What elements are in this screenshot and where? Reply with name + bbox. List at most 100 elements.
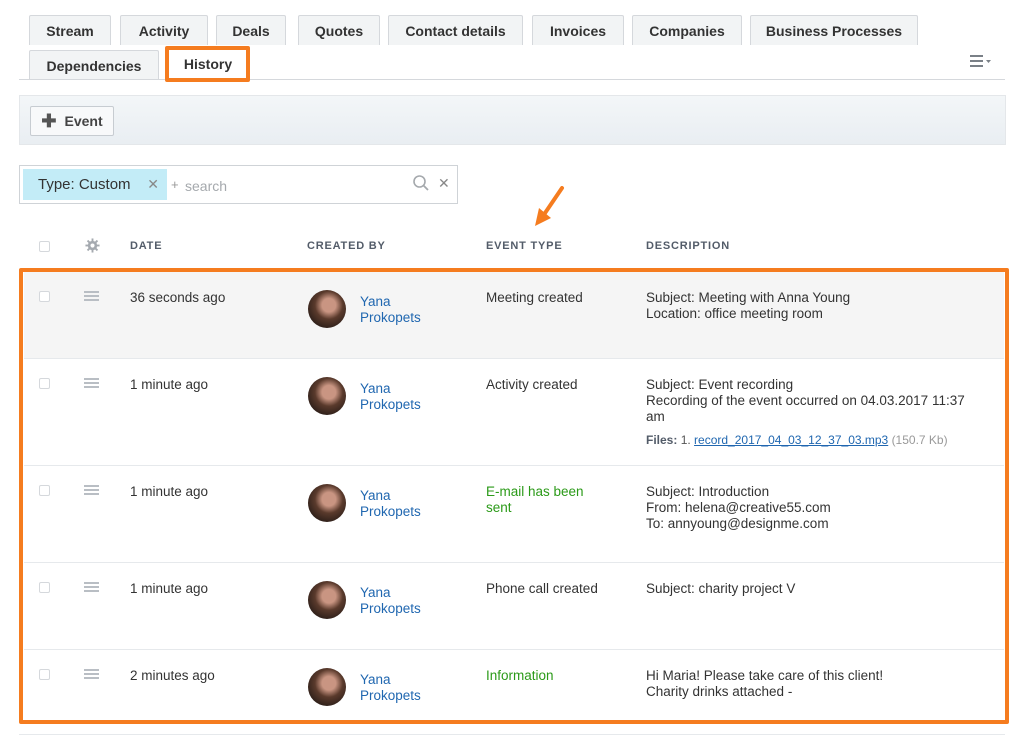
table-row[interactable]: 36 seconds ago Yana Prokopets Meeting cre…	[24, 272, 1004, 359]
arrow-annotation-icon	[533, 186, 565, 233]
remove-chip-icon[interactable]: ✕	[147, 176, 159, 193]
event-type: Activity created	[486, 377, 578, 392]
tab-label: Activity	[138, 22, 190, 39]
event-type: Meeting created	[486, 290, 583, 305]
select-all-checkbox[interactable]	[39, 241, 50, 252]
author-first: Yana	[360, 381, 391, 396]
author-link[interactable]: Yana Prokopets	[360, 381, 450, 413]
description-line: Subject: Introduction	[646, 484, 770, 499]
filter-chip[interactable]: Type: Custom ✕	[23, 169, 167, 200]
add-filter-plus[interactable]: +	[171, 177, 179, 192]
author-last: Prokopets	[360, 688, 421, 703]
file-link[interactable]: record_2017_04_03_12_37_03.mp3	[694, 433, 888, 447]
description-line: To: annyoung@designme.com	[646, 516, 829, 531]
table-row[interactable]: 1 minute ago Yana Prokopets Phone call cr…	[24, 563, 1004, 650]
row-checkbox[interactable]	[39, 582, 50, 593]
tab-contact-details[interactable]: Contact details	[388, 15, 523, 45]
tab-label: Deals	[232, 22, 270, 39]
column-header-event-type[interactable]: EVENT TYPE	[486, 240, 562, 252]
description-line: Hi Maria! Please take care of this clien…	[646, 668, 884, 683]
author-last: Prokopets	[360, 504, 421, 519]
description-line: Subject: Event recording	[646, 377, 794, 392]
author-link[interactable]: Yana Prokopets	[360, 585, 450, 617]
author-last: Prokopets	[360, 397, 421, 412]
tab-label: Contact details	[405, 22, 506, 39]
row-menu-icon[interactable]	[84, 291, 99, 302]
list-menu-icon[interactable]	[970, 54, 992, 73]
row-date: 1 minute ago	[130, 581, 209, 596]
avatar[interactable]	[308, 668, 346, 706]
tab-quotes[interactable]: Quotes	[298, 15, 380, 45]
description-line: Recording of the event occurred on 04.03…	[646, 393, 965, 408]
tab-label: Dependencies	[46, 57, 142, 74]
author-link[interactable]: Yana Prokopets	[360, 488, 450, 520]
table-row[interactable]: 1 minute ago Yana Prokopets E-mail has be…	[24, 466, 1004, 563]
tab-invoices[interactable]: Invoices	[532, 15, 624, 45]
description-line: Charity drinks attached -	[646, 684, 793, 699]
description: Subject: Meeting with Anna Young Locatio…	[646, 290, 850, 322]
file-size: (150.7 Kb)	[891, 433, 948, 447]
filter-chip-label: Type: Custom	[38, 176, 131, 193]
row-menu-icon[interactable]	[84, 485, 99, 496]
description: Hi Maria! Please take care of this clien…	[646, 668, 883, 700]
tab-label: Quotes	[314, 22, 364, 39]
tab-deals[interactable]: Deals	[216, 15, 286, 45]
description-line: From: helena@creative55.com	[646, 500, 831, 515]
row-menu-icon[interactable]	[84, 582, 99, 593]
tab-business-processes[interactable]: Business Processes	[750, 15, 918, 45]
author-first: Yana	[360, 294, 391, 309]
author-last: Prokopets	[360, 601, 421, 616]
toolbar: ✚ Event	[19, 95, 1006, 145]
gear-icon[interactable]	[85, 238, 100, 258]
avatar[interactable]	[308, 484, 346, 522]
files-label: Files:	[646, 433, 678, 447]
author-link[interactable]: Yana Prokopets	[360, 294, 450, 326]
table-row[interactable]: 2 minutes ago Yana Prokopets Information …	[24, 650, 1004, 720]
avatar[interactable]	[308, 290, 346, 328]
event-type: Information	[486, 668, 554, 683]
files-line: Files: 1. record_2017_04_03_12_37_03.mp3…	[646, 433, 948, 447]
add-event-button[interactable]: ✚ Event	[30, 106, 114, 136]
search-icon[interactable]	[412, 174, 430, 197]
row-checkbox[interactable]	[39, 291, 50, 302]
file-index: 1.	[680, 433, 691, 447]
description-line: am	[646, 409, 665, 424]
description-line: Subject: Meeting with Anna Young	[646, 290, 851, 305]
clear-search-icon[interactable]: ✕	[438, 175, 450, 192]
row-menu-icon[interactable]	[84, 378, 99, 389]
row-menu-icon[interactable]	[84, 669, 99, 680]
tab-label: Companies	[649, 22, 725, 39]
tab-label: Stream	[46, 22, 94, 39]
row-checkbox[interactable]	[39, 485, 50, 496]
search-input[interactable]	[183, 174, 407, 198]
author-link[interactable]: Yana Prokopets	[360, 672, 450, 704]
tab-activity[interactable]: Activity	[120, 15, 208, 45]
tab-companies[interactable]: Companies	[632, 15, 742, 45]
tab-dependencies[interactable]: Dependencies	[29, 50, 159, 80]
plus-icon: ✚	[41, 111, 57, 131]
author-first: Yana	[360, 585, 391, 600]
avatar[interactable]	[308, 377, 346, 415]
tab-label: History	[183, 56, 233, 72]
description: Subject: charity project V	[646, 581, 795, 597]
description-line: Subject: charity project V	[646, 581, 796, 596]
description: Subject: Event recording Recording of th…	[646, 377, 986, 425]
row-checkbox[interactable]	[39, 669, 50, 680]
row-date: 1 minute ago	[130, 377, 209, 392]
tab-label: Invoices	[549, 22, 607, 39]
row-date: 1 minute ago	[130, 484, 209, 499]
filter-bar: Type: Custom ✕ + ✕	[19, 165, 458, 204]
avatar[interactable]	[308, 581, 346, 619]
row-date: 36 seconds ago	[130, 290, 226, 305]
tab-stream[interactable]: Stream	[29, 15, 111, 45]
tab-label: Business Processes	[765, 22, 903, 39]
column-header-description[interactable]: DESCRIPTION	[646, 240, 730, 252]
row-checkbox[interactable]	[39, 378, 50, 389]
description-line: Location: office meeting room	[646, 306, 823, 321]
tab-history[interactable]: History	[168, 47, 248, 80]
column-header-created-by[interactable]: CREATED BY	[307, 240, 386, 252]
row-date: 2 minutes ago	[130, 668, 215, 683]
table-row[interactable]: 1 minute ago Yana Prokopets Activity crea…	[24, 359, 1004, 466]
column-header-date[interactable]: DATE	[130, 240, 162, 252]
author-first: Yana	[360, 672, 391, 687]
